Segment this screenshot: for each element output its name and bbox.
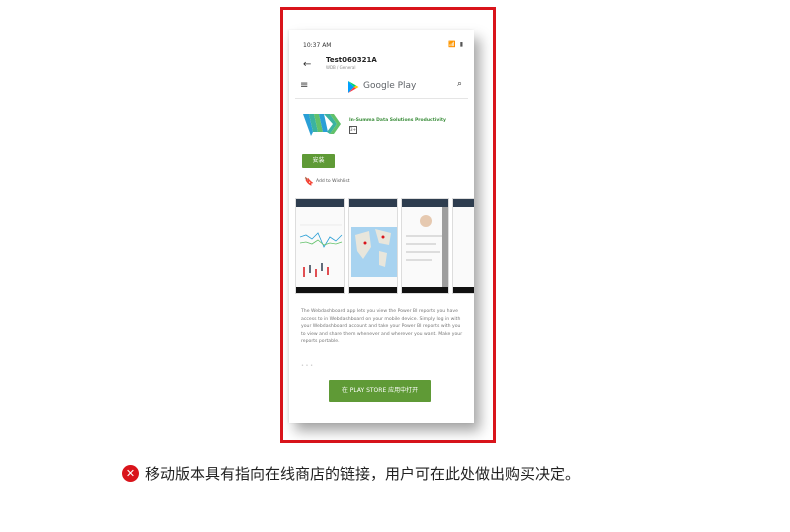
install-button[interactable]: 安装	[302, 154, 335, 168]
screenshot-1[interactable]	[295, 198, 345, 294]
caption-text: 移动版本具有指向在线商店的链接，用户可在此处做出购买决定。	[145, 464, 581, 483]
back-arrow-icon[interactable]: ←	[303, 59, 311, 70]
caption: ✕ 移动版本具有指向在线商店的链接，用户可在此处做出购买决定。	[122, 462, 580, 484]
content-rating-icon: 3+	[349, 126, 357, 134]
app-title: Test060321A	[326, 56, 377, 64]
status-time: 10:37 AM	[303, 42, 332, 49]
error-x-icon: ✕	[122, 464, 139, 482]
map-thumbnail	[351, 227, 397, 277]
screenshot-2[interactable]	[348, 198, 398, 294]
google-play-logo-icon	[348, 81, 359, 93]
app-subtitle: WDB / General	[326, 65, 356, 70]
open-in-play-store-button[interactable]: 在 PLAY STORE 应用中打开	[329, 380, 431, 402]
app-description: The Webdashboard app lets you view the P…	[301, 309, 463, 345]
add-to-wishlist-link[interactable]: Add to Wishlist	[316, 179, 350, 184]
search-icon[interactable]: ⌕	[457, 79, 462, 89]
screenshot-carousel[interactable]	[295, 198, 474, 294]
profile-thumbnail	[406, 207, 448, 287]
developer-and-category[interactable]: In-Summa Data Solutions Productivity	[349, 118, 446, 123]
store-name: Google Play	[363, 81, 417, 91]
read-more-dots[interactable]: • • •	[301, 363, 313, 369]
app-logo	[303, 114, 341, 136]
menu-icon[interactable]: ≡	[300, 80, 308, 91]
screenshot-4[interactable]	[452, 198, 474, 294]
bookmark-icon[interactable]: 🔖	[304, 177, 314, 186]
phone-screenshot: 10:37 AM 📶 ▮ ← Test060321A WDB / General…	[289, 30, 474, 423]
status-icons: 📶 ▮	[448, 41, 464, 48]
line-chart-thumbnail	[299, 224, 343, 277]
google-play-bar: ≡ Google Play ⌕	[295, 76, 468, 99]
screenshot-3[interactable]	[401, 198, 449, 294]
